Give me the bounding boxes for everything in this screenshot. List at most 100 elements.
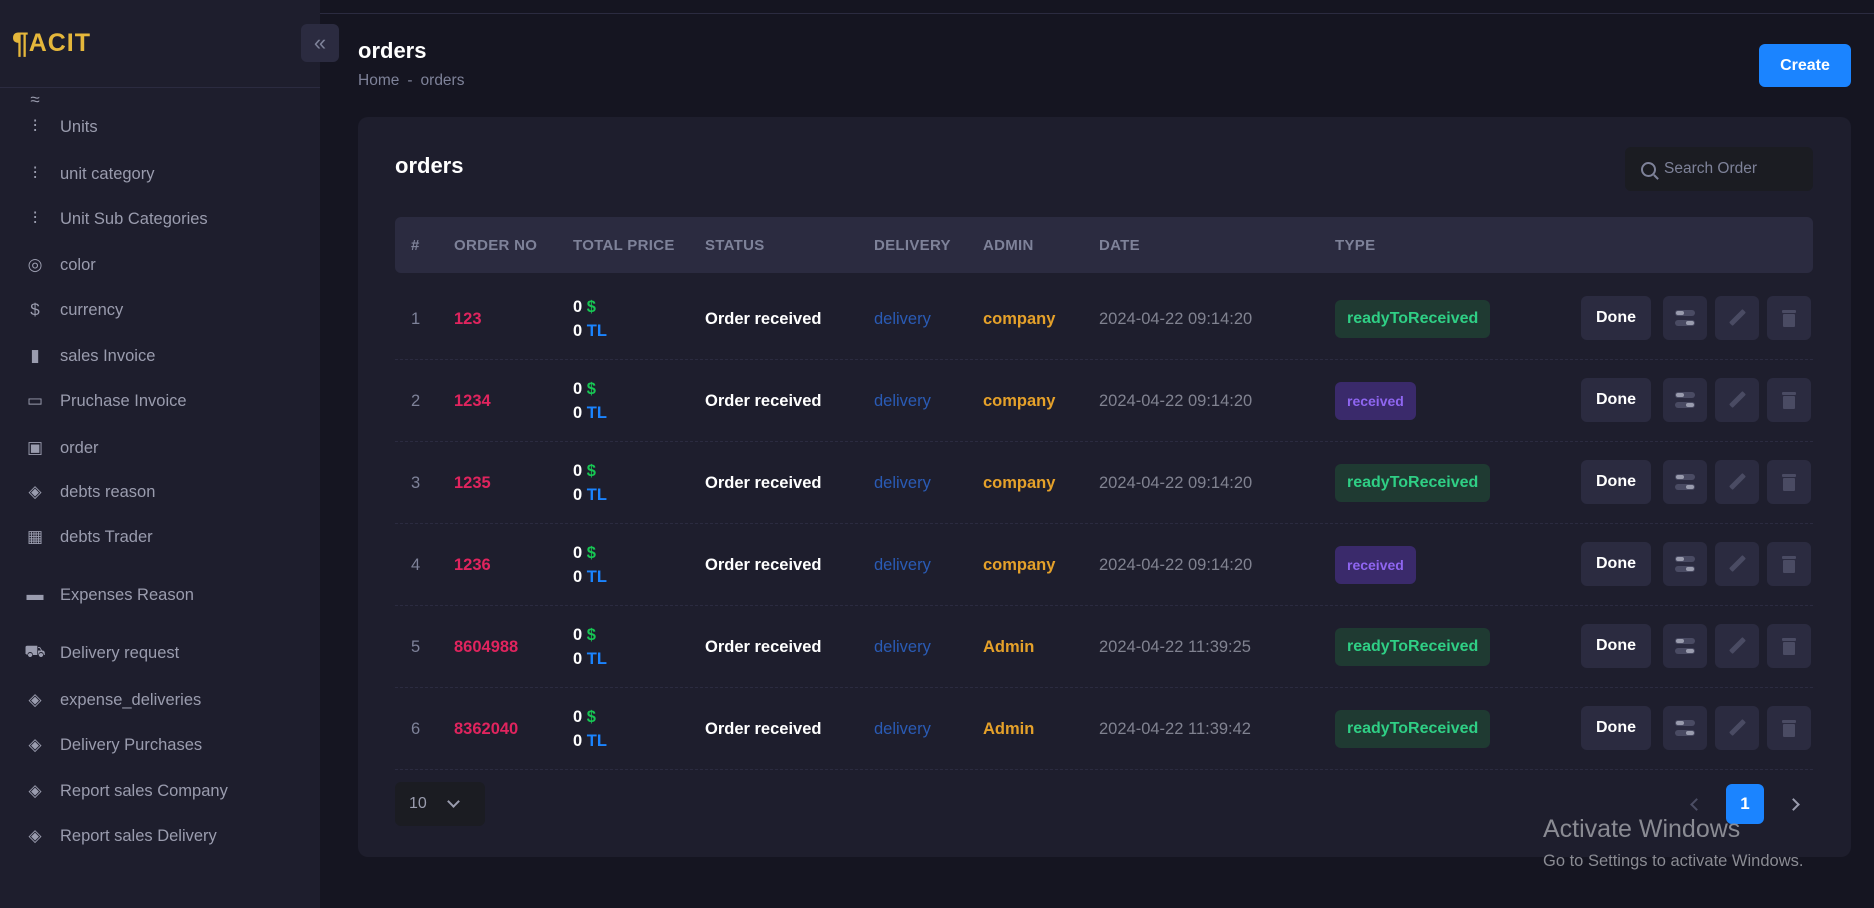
- price-usd-line: 0 $: [573, 459, 596, 483]
- toggle-status-button[interactable]: [1663, 624, 1707, 668]
- create-button[interactable]: Create: [1759, 44, 1851, 87]
- sidebar-item-debts-trader[interactable]: ▦ debts Trader: [0, 517, 320, 557]
- done-button[interactable]: Done: [1581, 624, 1651, 668]
- trash-icon: [1782, 391, 1796, 409]
- breadcrumb-home[interactable]: Home: [358, 72, 399, 90]
- pencil-icon: [1728, 309, 1746, 327]
- collapse-sidebar-button[interactable]: «: [301, 24, 339, 62]
- price-tl-value: 0: [573, 486, 583, 504]
- table-row: 3 1235 0 $ 0 TL Order received delivery …: [395, 442, 1813, 524]
- column-header-delivery[interactable]: DELIVERY: [874, 217, 951, 273]
- page-title: orders: [358, 38, 427, 63]
- sidebar-item-unit-sub-categories[interactable]: ⫶ Unit Sub Categories: [0, 199, 320, 239]
- order-date: 2024-04-22 09:14:20: [1099, 555, 1253, 574]
- toggle-icon: [1675, 638, 1695, 654]
- sidebar-item-label: Delivery request: [60, 643, 180, 662]
- delivery-link[interactable]: delivery: [874, 360, 931, 442]
- type-badge: readyToReceived: [1335, 710, 1491, 748]
- order-number-link[interactable]: 8362040: [454, 688, 518, 770]
- order-number-link[interactable]: 1234: [454, 360, 491, 442]
- diamond-dots-icon: ◈: [28, 781, 42, 800]
- delivery-link[interactable]: delivery: [874, 524, 931, 606]
- logo[interactable]: ¶ ACIT: [12, 27, 91, 61]
- trash-icon: [1782, 555, 1796, 573]
- price-tl-line: 0 TL: [573, 647, 607, 671]
- column-header-date[interactable]: DATE: [1099, 217, 1140, 273]
- price-tl-value: 0: [573, 568, 583, 586]
- done-button[interactable]: Done: [1581, 706, 1651, 750]
- sidebar-item-color[interactable]: ◎ color: [0, 245, 320, 285]
- order-number-link[interactable]: 123: [454, 278, 482, 360]
- hierarchy-icon: ⫶: [32, 209, 38, 228]
- sidebar-item-report-sales-company[interactable]: ◈ Report sales Company: [0, 771, 320, 811]
- delete-button[interactable]: [1767, 460, 1811, 504]
- column-header-total-price[interactable]: TOTAL PRICE: [573, 217, 675, 273]
- sidebar-item-delivery-request[interactable]: ⛟ Delivery request: [0, 633, 320, 673]
- type-badge: received: [1335, 382, 1416, 420]
- document-icon: ▮: [30, 346, 40, 365]
- edit-button[interactable]: [1715, 542, 1759, 586]
- column-header-status[interactable]: STATUS: [705, 217, 765, 273]
- done-button[interactable]: Done: [1581, 460, 1651, 504]
- toggle-status-button[interactable]: [1663, 460, 1707, 504]
- sidebar-item-expenses-reason[interactable]: ▬ Expenses Reason: [0, 575, 320, 615]
- delivery-link[interactable]: delivery: [874, 688, 931, 770]
- double-chevron-left-icon: «: [313, 30, 327, 55]
- column-header-index[interactable]: #: [411, 217, 420, 273]
- delivery-link[interactable]: delivery: [874, 278, 931, 360]
- orders-card: orders # ORDER NO TOTAL PRICE STATUS DEL…: [358, 117, 1851, 857]
- edit-button[interactable]: [1715, 296, 1759, 340]
- chevron-down-icon: [446, 795, 460, 808]
- delete-button[interactable]: [1767, 296, 1811, 340]
- price-tl-line: 0 TL: [573, 729, 607, 753]
- edit-button[interactable]: [1715, 460, 1759, 504]
- sidebar-item-delivery-purchases[interactable]: ◈ Delivery Purchases: [0, 725, 320, 765]
- search-input[interactable]: [1664, 160, 1804, 178]
- tl-symbol: TL: [586, 404, 607, 422]
- column-header-admin[interactable]: ADMIN: [983, 217, 1034, 273]
- order-number-link[interactable]: 8604988: [454, 606, 518, 688]
- delete-button[interactable]: [1767, 624, 1811, 668]
- page-size-select[interactable]: 10: [395, 782, 485, 826]
- sidebar-item-units[interactable]: ⫶ Units: [0, 107, 320, 147]
- sidebar-item-sales-invoice[interactable]: ▮ sales Invoice: [0, 336, 320, 376]
- delete-button[interactable]: [1767, 378, 1811, 422]
- table-row: 4 1236 0 $ 0 TL Order received delivery …: [395, 524, 1813, 606]
- order-number-link[interactable]: 1236: [454, 524, 491, 606]
- delete-button[interactable]: [1767, 706, 1811, 750]
- logo-area: ¶ ACIT: [0, 0, 320, 88]
- delivery-link[interactable]: delivery: [874, 442, 931, 524]
- sidebar-item-order[interactable]: ▣ order: [0, 428, 320, 468]
- delivery-link[interactable]: delivery: [874, 606, 931, 688]
- credit-card-icon: ▭: [26, 391, 44, 410]
- sidebar-item-label: Report sales Delivery: [60, 826, 217, 845]
- sidebar-item-debts-reason[interactable]: ◈ debts reason: [0, 472, 320, 512]
- sidebar-item-report-sales-delivery[interactable]: ◈ Report sales Delivery: [0, 816, 320, 856]
- toggle-status-button[interactable]: [1663, 706, 1707, 750]
- sidebar-item-unit-category[interactable]: ⫶ unit category: [0, 154, 320, 194]
- sidebar-item-currency[interactable]: $ currency: [0, 290, 320, 330]
- sidebar-item-pruchase-invoice[interactable]: ▭ Pruchase Invoice: [0, 381, 320, 421]
- column-header-type[interactable]: TYPE: [1335, 217, 1375, 273]
- sidebar-item-label: sales Invoice: [60, 346, 156, 365]
- edit-button[interactable]: [1715, 624, 1759, 668]
- edit-button[interactable]: [1715, 706, 1759, 750]
- sidebar-item-expense-deliveries[interactable]: ◈ expense_deliveries: [0, 680, 320, 720]
- row-index: 3: [411, 473, 421, 492]
- done-button[interactable]: Done: [1581, 296, 1651, 340]
- toggle-status-button[interactable]: [1663, 296, 1707, 340]
- edit-button[interactable]: [1715, 378, 1759, 422]
- done-button[interactable]: Done: [1581, 378, 1651, 422]
- row-index: 4: [411, 555, 421, 574]
- delete-button[interactable]: [1767, 542, 1811, 586]
- toggle-status-button[interactable]: [1663, 378, 1707, 422]
- sidebar-item-label: currency: [60, 300, 124, 319]
- price-tl-line: 0 TL: [573, 319, 607, 343]
- toggle-status-button[interactable]: [1663, 542, 1707, 586]
- order-number-link[interactable]: 1235: [454, 442, 491, 524]
- pencil-icon: [1728, 391, 1746, 409]
- search-box[interactable]: [1625, 147, 1813, 191]
- done-button[interactable]: Done: [1581, 542, 1651, 586]
- column-header-order-no[interactable]: ORDER NO: [454, 217, 537, 273]
- price-usd-value: 0: [573, 544, 583, 562]
